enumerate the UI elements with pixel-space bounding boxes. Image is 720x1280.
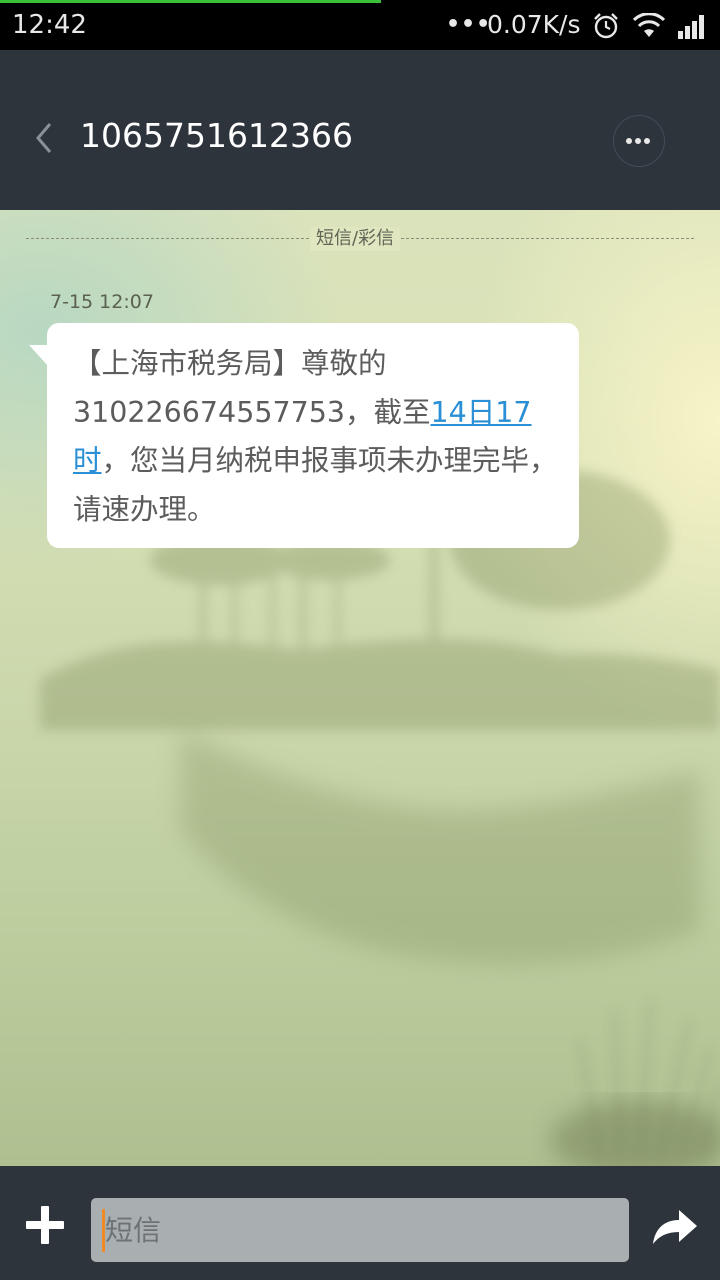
more-dots-icon: [626, 138, 632, 144]
bubble-tail: [29, 345, 49, 367]
network-speed: 0.07K/s: [487, 10, 581, 39]
notification-dots: •••: [446, 12, 492, 37]
composer-bar: [0, 1166, 720, 1280]
more-dot: [635, 138, 641, 144]
message-type-label: 短信/彩信: [310, 227, 401, 251]
page-load-indicator: [0, 0, 381, 3]
alarm-icon: [594, 13, 618, 39]
message-text: 【上海市税务局】尊敬的310226674557753，截至14日17时，您当月纳…: [73, 340, 563, 534]
message-input[interactable]: [91, 1198, 629, 1262]
message-timestamp: 7-15 12:07: [50, 291, 154, 313]
message-text-part: ，您当月纳税申报事项未办理完毕，请速办理。: [73, 444, 558, 526]
chat-area[interactable]: 短信/彩信 7-15 12:07 【上海市税务局】尊敬的310226674557…: [0, 210, 720, 1166]
status-time: 12:42: [12, 10, 87, 40]
plus-icon[interactable]: [24, 1204, 66, 1246]
contact-title: 1065751612366: [80, 116, 353, 155]
wifi-icon: [633, 13, 665, 37]
more-options-button[interactable]: [613, 115, 665, 167]
more-dot: [644, 138, 650, 144]
message-text-part: 【上海市税务局】尊敬的310226674557753，截至: [73, 347, 431, 429]
status-bar: 12:42 ••• 0.07K/s: [0, 0, 720, 50]
signal-icon: [678, 15, 704, 39]
send-arrow-icon[interactable]: [651, 1206, 699, 1246]
conversation-header: 1065751612366: [0, 50, 720, 210]
text-cursor: [102, 1209, 105, 1252]
message-bubble[interactable]: 【上海市税务局】尊敬的310226674557753，截至14日17时，您当月纳…: [47, 323, 579, 548]
back-button[interactable]: [26, 118, 62, 158]
